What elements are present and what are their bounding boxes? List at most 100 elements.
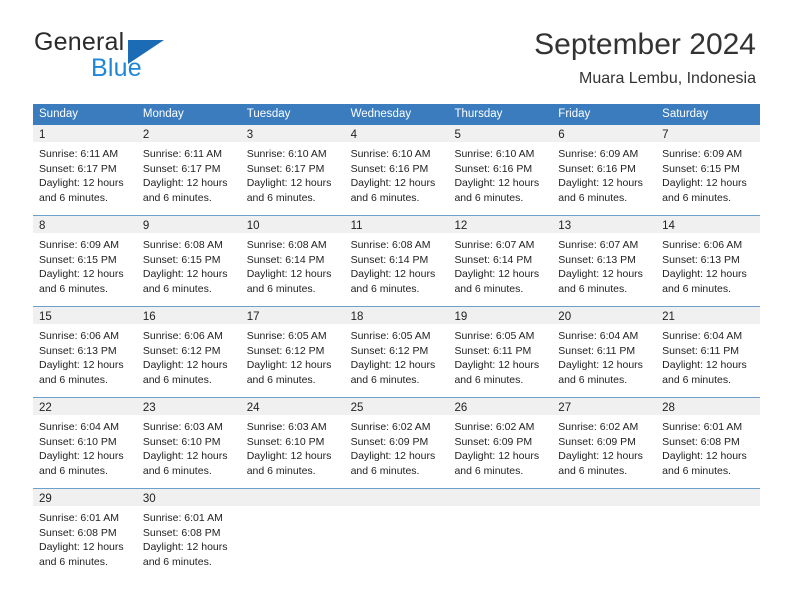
day-details: Sunrise: 6:09 AM Sunset: 6:15 PM Dayligh… [33,233,137,296]
day-number: 1 [39,129,46,141]
day-number: 14 [662,220,675,232]
sunset-text: Sunset: 6:14 PM [246,253,325,266]
daylight-text-line1: Daylight: 12 hours [558,359,643,372]
day-number: 29 [39,493,52,505]
sunset-text: Sunset: 6:09 PM [350,435,429,448]
sunrise-text: Sunrise: 6:03 AM [142,421,223,433]
sunset-text: Sunset: 6:11 PM [662,344,740,357]
day-details: Sunrise: 6:09 AM Sunset: 6:15 PM Dayligh… [656,142,760,205]
daylight-text-line2: and 6 minutes. [454,191,524,204]
day-cell[interactable]: 4 Sunrise: 6:10 AM Sunset: 6:16 PM Dayli… [344,125,449,215]
day-cell[interactable]: 8 Sunrise: 6:09 AM Sunset: 6:15 PM Dayli… [33,216,137,306]
day-number-band [344,489,449,506]
day-cell[interactable]: 22 Sunrise: 6:04 AM Sunset: 6:10 PM Dayl… [33,398,137,488]
daylight-text-line1: Daylight: 12 hours [39,268,124,281]
day-cell[interactable]: 11 Sunrise: 6:08 AM Sunset: 6:14 PM Dayl… [344,216,449,306]
day-cell[interactable]: 14 Sunrise: 6:06 AM Sunset: 6:13 PM Dayl… [656,216,761,306]
day-details: Sunrise: 6:08 AM Sunset: 6:14 PM Dayligh… [241,233,345,296]
page-title: September 2024 [534,28,756,61]
day-number: 19 [454,311,468,323]
day-cell[interactable]: 21 Sunrise: 6:04 AM Sunset: 6:11 PM Dayl… [656,307,761,397]
day-cell[interactable]: 24 Sunrise: 6:03 AM Sunset: 6:10 PM Dayl… [240,398,345,488]
day-cell[interactable]: 27 Sunrise: 6:02 AM Sunset: 6:09 PM Dayl… [552,398,657,488]
weekday-header-thursday: Thursday [454,108,503,120]
day-cell[interactable]: 17 Sunrise: 6:05 AM Sunset: 6:12 PM Dayl… [240,307,345,397]
day-number: 16 [142,311,156,323]
day-cell[interactable]: 13 Sunrise: 6:07 AM Sunset: 6:13 PM Dayl… [552,216,657,306]
weekday-header-wednesday: Wednesday [350,108,412,120]
sunset-text: Sunset: 6:11 PM [454,344,532,357]
day-cell[interactable]: 3 Sunrise: 6:10 AM Sunset: 6:17 PM Dayli… [240,125,345,215]
day-cell[interactable]: 20 Sunrise: 6:04 AM Sunset: 6:11 PM Dayl… [552,307,657,397]
day-number: 4 [350,129,357,141]
day-cell[interactable]: 9 Sunrise: 6:08 AM Sunset: 6:15 PM Dayli… [136,216,241,306]
day-number: 20 [558,311,572,323]
day-cell[interactable]: 2 Sunrise: 6:11 AM Sunset: 6:17 PM Dayli… [136,125,241,215]
sunrise-text: Sunrise: 6:09 AM [39,239,119,251]
sunrise-text: Sunrise: 6:02 AM [350,421,431,433]
day-details: Sunrise: 6:08 AM Sunset: 6:15 PM Dayligh… [137,233,241,296]
day-details: Sunrise: 6:01 AM Sunset: 6:08 PM Dayligh… [137,506,241,569]
day-cell[interactable]: 30 Sunrise: 6:01 AM Sunset: 6:08 PM Dayl… [136,489,241,579]
day-details: Sunrise: 6:10 AM Sunset: 6:16 PM Dayligh… [345,142,449,205]
week-row: 22 Sunrise: 6:04 AM Sunset: 6:10 PM Dayl… [33,397,761,488]
day-number: 26 [454,402,468,414]
sunrise-text: Sunrise: 6:05 AM [350,330,431,342]
sunrise-text: Sunrise: 6:04 AM [662,330,743,342]
week-row: 1 Sunrise: 6:11 AM Sunset: 6:17 PM Dayli… [33,125,761,215]
day-cell[interactable]: 12 Sunrise: 6:07 AM Sunset: 6:14 PM Dayl… [448,216,553,306]
day-number-band: 7 [656,125,761,142]
day-number-band: 16 [136,307,241,324]
day-cell[interactable]: 28 Sunrise: 6:01 AM Sunset: 6:08 PM Dayl… [656,398,761,488]
day-number: 15 [39,311,52,323]
page-header: General Blue September 2024 Muara Lembu,… [0,0,792,104]
day-number: 25 [350,402,364,414]
day-cell[interactable]: 5 Sunrise: 6:10 AM Sunset: 6:16 PM Dayli… [448,125,553,215]
day-details: Sunrise: 6:05 AM Sunset: 6:11 PM Dayligh… [448,324,552,387]
day-cell[interactable]: 16 Sunrise: 6:06 AM Sunset: 6:12 PM Dayl… [136,307,241,397]
sunrise-text: Sunrise: 6:06 AM [142,330,223,342]
day-details: Sunrise: 6:09 AM Sunset: 6:16 PM Dayligh… [552,142,656,205]
daylight-text-line2: and 6 minutes. [350,373,420,386]
day-number-band: 2 [136,125,241,142]
day-cell[interactable]: 7 Sunrise: 6:09 AM Sunset: 6:15 PM Dayli… [656,125,761,215]
sunset-text: Sunset: 6:17 PM [39,162,117,175]
day-cell[interactable]: 23 Sunrise: 6:03 AM Sunset: 6:10 PM Dayl… [136,398,241,488]
day-number-band: 11 [344,216,449,233]
day-cell[interactable]: 1 Sunrise: 6:11 AM Sunset: 6:17 PM Dayli… [33,125,137,215]
daylight-text-line1: Daylight: 12 hours [246,359,332,372]
calendar-grid: Sunday Monday Tuesday Wednesday Thursday… [33,104,761,579]
sunrise-text: Sunrise: 6:06 AM [39,330,119,342]
day-number-band: 5 [448,125,553,142]
day-number-band: 30 [136,489,241,506]
brand-logo[interactable]: General Blue [34,28,264,84]
daylight-text-line2: and 6 minutes. [454,373,524,386]
sunset-text: Sunset: 6:10 PM [142,435,221,448]
day-number-band: 24 [240,398,345,415]
day-number-band: 26 [448,398,553,415]
day-number-band [656,489,761,506]
day-cell[interactable]: 19 Sunrise: 6:05 AM Sunset: 6:11 PM Dayl… [448,307,553,397]
sunset-text: Sunset: 6:09 PM [454,435,533,448]
day-number-band: 8 [33,216,137,233]
day-cell[interactable]: 26 Sunrise: 6:02 AM Sunset: 6:09 PM Dayl… [448,398,553,488]
day-number: 3 [246,129,254,141]
daylight-text-line2: and 6 minutes. [142,282,212,295]
day-cell-empty [656,489,761,579]
day-cell[interactable]: 25 Sunrise: 6:02 AM Sunset: 6:09 PM Dayl… [344,398,449,488]
title-block: September 2024 Muara Lembu, Indonesia [534,26,756,90]
day-number: 22 [39,402,52,414]
day-cell[interactable]: 6 Sunrise: 6:09 AM Sunset: 6:16 PM Dayli… [552,125,657,215]
day-details: Sunrise: 6:01 AM Sunset: 6:08 PM Dayligh… [656,415,760,478]
daylight-text-line1: Daylight: 12 hours [39,450,124,463]
day-number-band: 1 [33,125,137,142]
day-number-band: 10 [240,216,345,233]
day-number: 30 [142,493,156,505]
day-cell[interactable]: 15 Sunrise: 6:06 AM Sunset: 6:13 PM Dayl… [33,307,137,397]
day-cell[interactable]: 18 Sunrise: 6:05 AM Sunset: 6:12 PM Dayl… [344,307,449,397]
day-cell[interactable]: 29 Sunrise: 6:01 AM Sunset: 6:08 PM Dayl… [33,489,137,579]
day-cell[interactable]: 10 Sunrise: 6:08 AM Sunset: 6:14 PM Dayl… [240,216,345,306]
daylight-text-line2: and 6 minutes. [39,464,108,477]
day-details: Sunrise: 6:04 AM Sunset: 6:10 PM Dayligh… [33,415,137,478]
sunrise-text: Sunrise: 6:03 AM [246,421,327,433]
